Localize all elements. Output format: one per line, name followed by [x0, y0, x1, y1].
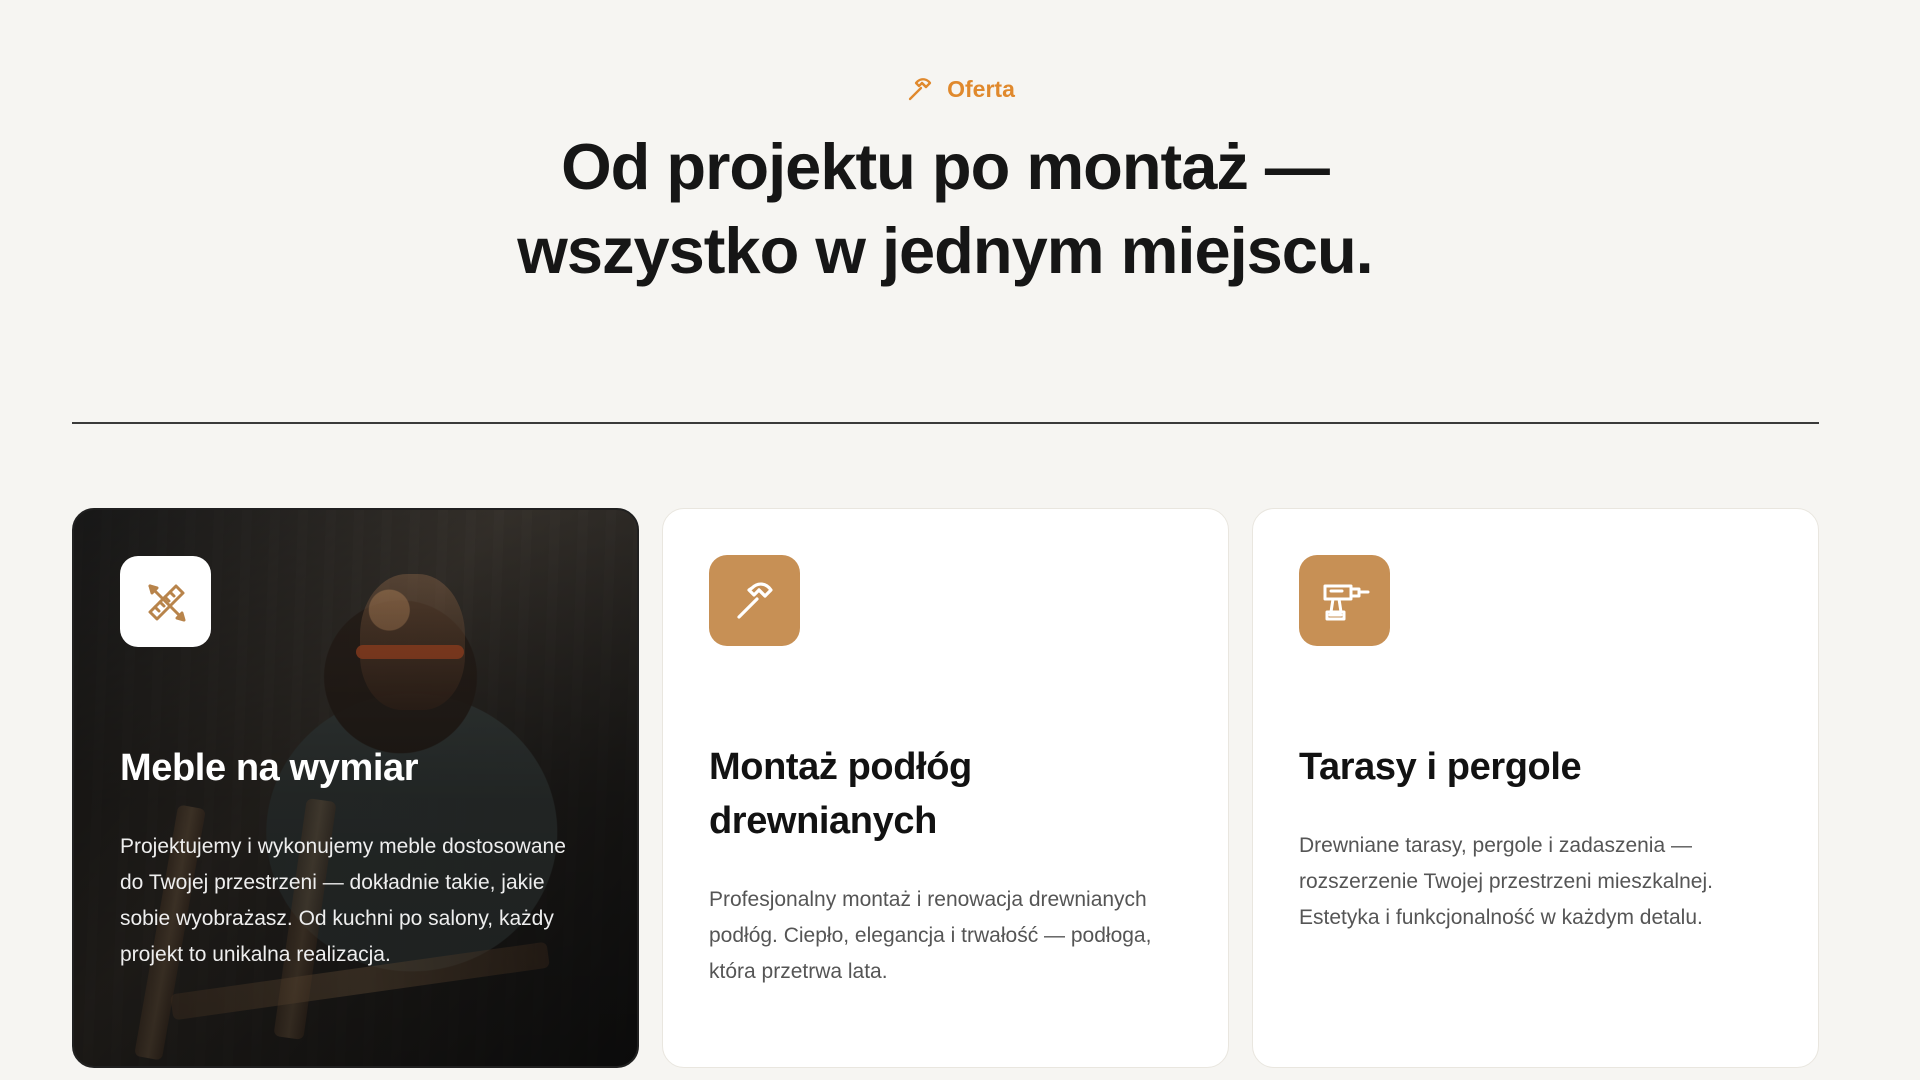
section-headline: Od projektu po montaż — wszystko w jedny… [517, 130, 1373, 287]
service-card-description: Projektujemy i wykonujemy meble dostosow… [120, 835, 566, 966]
service-card-title: Tarasy i pergole [1299, 746, 1582, 788]
section-divider [72, 422, 1819, 424]
service-card-title: Montaż podłóg drewnianych [709, 746, 972, 842]
hammer-icon [729, 575, 781, 627]
service-card-title: Meble na wymiar [120, 747, 419, 789]
ruler-pencil-icon-container [120, 556, 211, 647]
section-eyebrow: Oferta [0, 74, 1920, 104]
service-card-wood-floors[interactable]: Montaż podłóg drewnianych Profesjonalny … [662, 508, 1229, 1068]
ruler-pencil-icon [141, 577, 191, 627]
drill-icon [1317, 573, 1373, 629]
section-eyebrow-label: Oferta [947, 75, 1015, 102]
offer-section: Oferta Od projektu po montaż — wszystko … [0, 0, 1920, 1080]
service-card-custom-furniture[interactable]: Meble na wymiar Projektujemy i wykonujem… [72, 508, 639, 1068]
hammer-icon [905, 74, 935, 104]
hammer-icon-container [709, 555, 800, 646]
service-card-terraces-pergolas[interactable]: Tarasy i pergole Drewniane tarasy, pergo… [1252, 508, 1819, 1068]
service-card-description: Profesjonalny montaż i renowacja drewnia… [709, 888, 1152, 983]
service-card-description: Drewniane tarasy, pergole i zadaszenia —… [1299, 834, 1713, 929]
service-card-list: Meble na wymiar Projektujemy i wykonujem… [72, 508, 1820, 1068]
drill-icon-container [1299, 555, 1390, 646]
